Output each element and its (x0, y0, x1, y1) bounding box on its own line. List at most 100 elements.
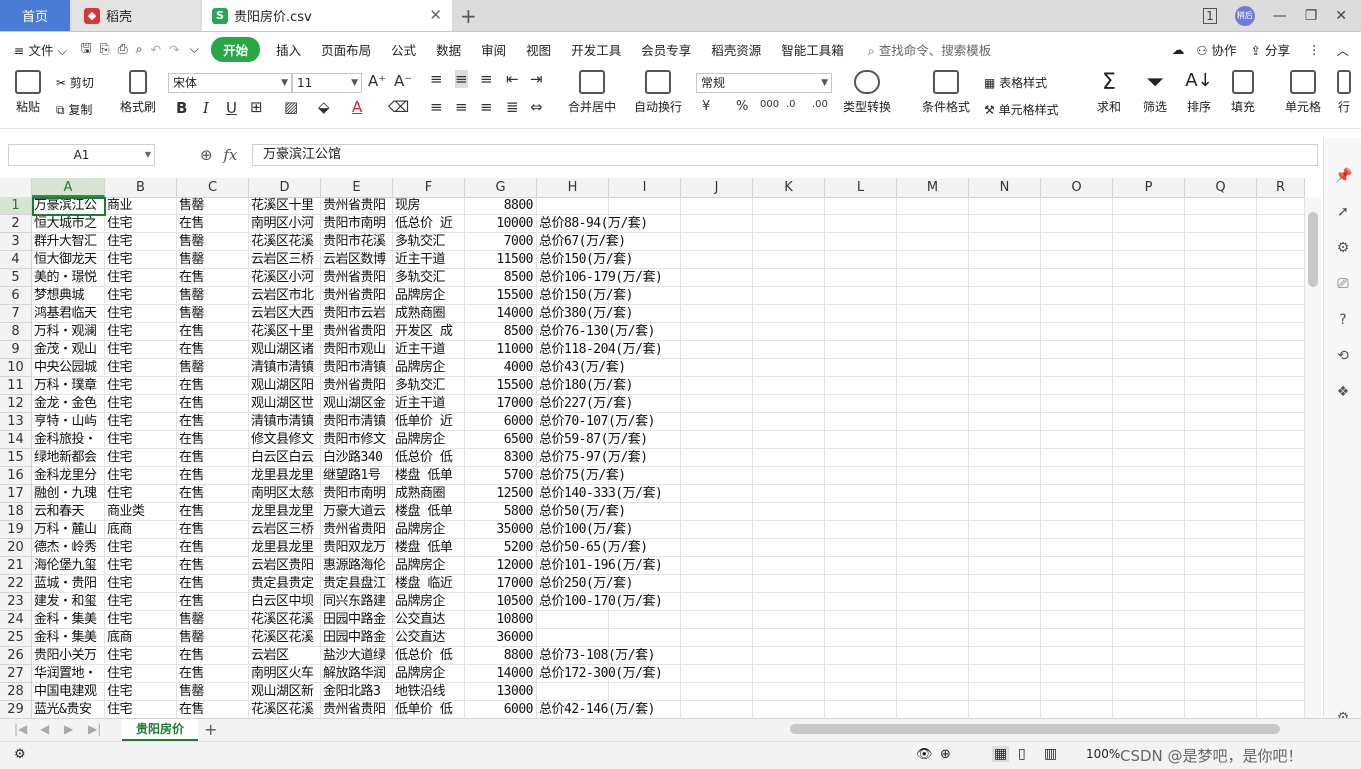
cell-empty[interactable] (681, 305, 753, 323)
cell-empty[interactable] (1185, 449, 1257, 467)
cell-b[interactable]: 住宅 (105, 539, 177, 557)
cell-empty[interactable] (897, 701, 969, 718)
cell-g[interactable]: 6500 (465, 431, 537, 449)
cell-empty[interactable] (681, 377, 753, 395)
cell-d[interactable]: 云岩区贵阳 (249, 557, 321, 575)
menu-page-layout[interactable]: 页面布局 (321, 40, 371, 59)
cell-empty[interactable] (969, 233, 1041, 251)
menu-home[interactable]: 开始 (211, 36, 261, 62)
cell-empty[interactable] (969, 269, 1041, 287)
cell-empty[interactable] (1041, 557, 1113, 575)
cell-empty[interactable] (825, 629, 897, 647)
cell-f[interactable]: 低总价 近 (393, 215, 465, 233)
cell-empty[interactable] (753, 359, 825, 377)
cell-g[interactable]: 6000 (465, 701, 537, 718)
cell-empty[interactable] (753, 683, 825, 701)
cell-empty[interactable] (1257, 593, 1305, 611)
cell-empty[interactable] (1041, 377, 1113, 395)
cell-f[interactable]: 低单价 低 (393, 701, 465, 718)
cell-empty[interactable] (1185, 395, 1257, 413)
cell-d[interactable]: 南明区太慈 (249, 485, 321, 503)
cell-empty[interactable] (825, 377, 897, 395)
cell-empty[interactable] (825, 251, 897, 269)
row-header[interactable]: 19 (0, 521, 32, 539)
cell-f[interactable]: 近主干道 (393, 251, 465, 269)
cell-f[interactable]: 多轨交汇 (393, 233, 465, 251)
share-button[interactable]: ⇪ 分享 (1251, 40, 1290, 59)
cell-empty[interactable] (1041, 251, 1113, 269)
cell-f[interactable]: 品牌房企 (393, 287, 465, 305)
cell-c[interactable]: 售罄 (177, 197, 249, 215)
sum-button[interactable]: Σ 求和 (1090, 70, 1128, 115)
cell-a[interactable]: 蓝城・贵阳 (32, 575, 105, 593)
italic-icon[interactable]: I (203, 99, 209, 117)
cell-e[interactable]: 贵州省贵阳 (321, 521, 393, 539)
cell-g[interactable]: 17000 (465, 575, 537, 593)
cell-empty[interactable] (825, 305, 897, 323)
cell-empty[interactable] (825, 611, 897, 629)
cell-empty[interactable] (1113, 215, 1185, 233)
cell-empty[interactable] (969, 611, 1041, 629)
cell-a[interactable]: 万科・观澜 (32, 323, 105, 341)
cell-g[interactable]: 15500 (465, 287, 537, 305)
cell-h[interactable]: 总价75(万/套) (537, 467, 626, 485)
cell-d[interactable]: 观山湖区诸 (249, 341, 321, 359)
cell-e[interactable]: 贵州省贵阳 (321, 701, 393, 718)
cell-h[interactable]: 总价101-196(万/套) (537, 557, 663, 575)
cell-style-button[interactable]: ⚒ 单元格样式 (984, 101, 1059, 118)
cell-empty[interactable] (1185, 539, 1257, 557)
cell-c[interactable]: 在售 (177, 449, 249, 467)
cell-h[interactable]: 总价50-65(万/套) (537, 539, 648, 557)
next-sheet-icon[interactable]: ▶ (64, 722, 73, 736)
row-header[interactable]: 10 (0, 359, 32, 377)
macro-icon[interactable]: ⚙ (14, 747, 26, 762)
cell-a[interactable]: 金茂・观山 (32, 341, 105, 359)
cell-a[interactable]: 万科・麓山 (32, 521, 105, 539)
avatar[interactable]: 稍后 (1234, 5, 1255, 26)
wrap-text-button[interactable]: 自动换行 (630, 70, 686, 115)
cell-empty[interactable] (753, 557, 825, 575)
column-header[interactable]: B (105, 178, 177, 197)
cell-h[interactable] (537, 683, 609, 701)
cell-empty[interactable] (897, 359, 969, 377)
type-convert-button[interactable]: 类型转换 (836, 70, 898, 115)
cell-b[interactable]: 住宅 (105, 449, 177, 467)
cell-empty[interactable] (1113, 233, 1185, 251)
align-top-icon[interactable]: ≡ (430, 70, 443, 88)
cell-empty[interactable] (1113, 683, 1185, 701)
cell-empty[interactable] (969, 197, 1041, 215)
cell-empty[interactable] (969, 323, 1041, 341)
cell-empty[interactable] (1185, 629, 1257, 647)
cell-empty[interactable] (1041, 647, 1113, 665)
cell-empty[interactable] (681, 647, 753, 665)
cell-empty[interactable] (825, 233, 897, 251)
cell-g[interactable]: 15500 (465, 377, 537, 395)
cell-d[interactable]: 观山湖区新 (249, 683, 321, 701)
cell-empty[interactable] (825, 449, 897, 467)
cell-empty[interactable] (1041, 233, 1113, 251)
pin-icon[interactable]: 📌 (1335, 168, 1352, 184)
close-tab-icon[interactable]: ✕ (429, 6, 442, 24)
cell-c[interactable]: 售罄 (177, 683, 249, 701)
cell-empty[interactable] (897, 575, 969, 593)
cell-empty[interactable] (897, 431, 969, 449)
cell-h[interactable] (537, 629, 609, 647)
row-header[interactable]: 21 (0, 557, 32, 575)
save-icon[interactable]: 🖫 (81, 39, 92, 60)
column-header[interactable]: N (969, 178, 1041, 197)
cell-e[interactable]: 金阳北路3 (321, 683, 393, 701)
cell-e[interactable]: 惠源路海伦 (321, 557, 393, 575)
cell-c[interactable]: 在售 (177, 215, 249, 233)
cell-d[interactable]: 云岩区大西 (249, 305, 321, 323)
cell-empty[interactable] (969, 395, 1041, 413)
cell-d[interactable]: 修文县修文 (249, 431, 321, 449)
last-sheet-icon[interactable]: ▶| (88, 722, 101, 736)
cell-empty[interactable] (897, 233, 969, 251)
cell-a[interactable]: 建发・和玺 (32, 593, 105, 611)
menu-review[interactable]: 审阅 (481, 40, 506, 59)
cell-empty[interactable] (1113, 341, 1185, 359)
sheet-tab-active[interactable]: 贵阳房价 (122, 719, 198, 741)
cell-b[interactable]: 住宅 (105, 431, 177, 449)
cell-c[interactable]: 在售 (177, 431, 249, 449)
cell-empty[interactable] (1185, 485, 1257, 503)
